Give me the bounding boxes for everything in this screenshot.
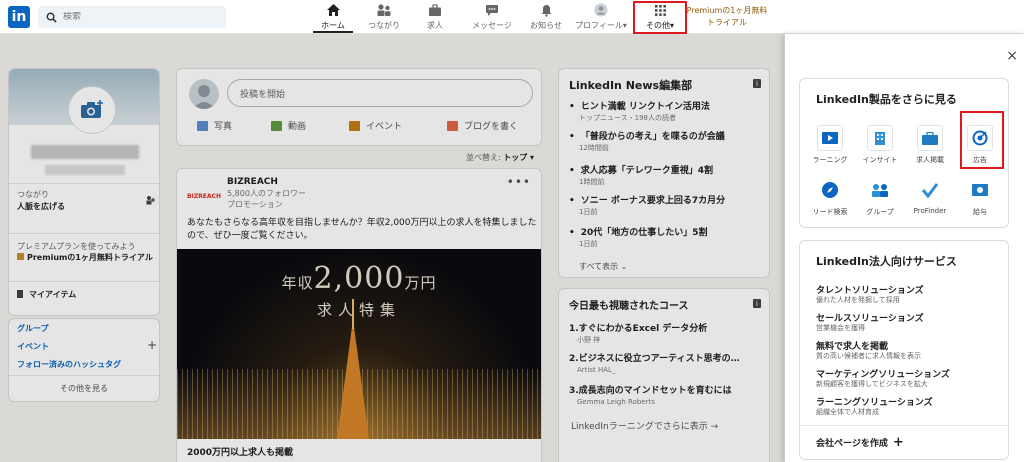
avatar-icon	[593, 3, 609, 17]
linkedin-logo[interactable]: in	[8, 6, 30, 28]
nav-messaging[interactable]: メッセージ	[468, 3, 516, 33]
premium-line1: Premiumの1ヶ月無料	[686, 6, 768, 15]
business-services-card: LinkedIn法人向けサービス タレントソリューションズ 優れた人材を発掘して…	[799, 240, 1009, 460]
insight-icon	[867, 125, 893, 151]
work-side-panel: × LinkedIn製品をさらに見る ラーニング インサイト 求人掲載 広告 リ…	[784, 34, 1024, 462]
nav-home[interactable]: ホーム	[313, 3, 353, 33]
product-label: 給与	[973, 208, 987, 216]
compass-icon	[817, 177, 843, 203]
bell-icon	[538, 3, 554, 17]
service-desc: 優れた人材を発掘して採用	[816, 296, 900, 304]
highlight-ads-box	[960, 111, 1004, 169]
search-input[interactable]	[63, 12, 213, 22]
products-card: LinkedIn製品をさらに見る ラーニング インサイト 求人掲載 広告 リード…	[799, 78, 1009, 228]
premium-line2: トライアル	[707, 18, 747, 27]
search-box[interactable]	[38, 6, 226, 28]
service-desc: 営業機会を獲得	[816, 324, 865, 332]
nav-network-label: つながり	[368, 21, 400, 30]
nav-profile[interactable]: プロフィール▾	[570, 3, 632, 33]
home-icon	[325, 3, 341, 17]
nav-home-label: ホーム	[321, 21, 345, 30]
service-desc: 新規顧客を獲得してビジネスを拡大	[816, 380, 928, 388]
create-page-label: 会社ページを作成	[816, 439, 888, 449]
divider	[800, 425, 1008, 426]
service-desc: 組織全体で人材育成	[816, 408, 879, 416]
products-title: LinkedIn製品をさらに見る	[816, 93, 957, 106]
nav-notifications-label: お知らせ	[530, 21, 562, 30]
play-icon	[817, 125, 843, 151]
create-company-page-link[interactable]: 会社ページを作成 +	[816, 435, 904, 450]
product-insights[interactable]: インサイト	[854, 125, 906, 165]
product-label: リード検索	[812, 208, 848, 216]
product-lead-search[interactable]: リード検索	[804, 177, 856, 217]
page-dim-overlay[interactable]	[0, 34, 784, 462]
salary-icon	[967, 177, 993, 203]
plus-icon: +	[892, 435, 904, 450]
close-icon[interactable]: ×	[1006, 48, 1018, 64]
product-profinder[interactable]: ProFinder	[904, 177, 956, 215]
nav-jobs[interactable]: 求人	[420, 3, 450, 33]
people-icon	[376, 3, 392, 17]
product-label: グループ	[866, 208, 894, 216]
product-label: インサイト	[862, 156, 898, 164]
nav-messaging-label: メッセージ	[472, 21, 512, 30]
product-jobs[interactable]: 求人掲載	[904, 125, 956, 165]
product-groups[interactable]: グループ	[854, 177, 906, 217]
group-icon	[867, 177, 893, 203]
nav-network[interactable]: つながり	[362, 3, 406, 33]
nav-notifications[interactable]: お知らせ	[527, 3, 565, 33]
service-desc: 質の高い候補者に求人情報を表示	[816, 352, 921, 360]
job-icon	[917, 125, 943, 151]
nav-profile-label: プロフィール▾	[575, 21, 627, 30]
message-icon	[484, 3, 500, 17]
product-label: ProFinder	[913, 207, 947, 215]
search-icon	[46, 12, 57, 23]
product-salary[interactable]: 給与	[954, 177, 1006, 217]
highlight-more-box	[633, 1, 687, 34]
profinder-icon	[917, 177, 943, 203]
product-learning[interactable]: ラーニング	[804, 125, 856, 165]
product-label: 求人掲載	[916, 156, 944, 164]
product-label: ラーニング	[812, 156, 848, 164]
briefcase-icon	[427, 3, 443, 17]
nav-jobs-label: 求人	[427, 21, 443, 30]
top-navigation: in ホーム つながり 求人 メッセージ お知らせ プロフィール▾ その他▾ P…	[0, 0, 1024, 34]
premium-trial-link[interactable]: Premiumの1ヶ月無料 トライアル	[683, 5, 771, 29]
services-title: LinkedIn法人向けサービス	[816, 255, 957, 268]
